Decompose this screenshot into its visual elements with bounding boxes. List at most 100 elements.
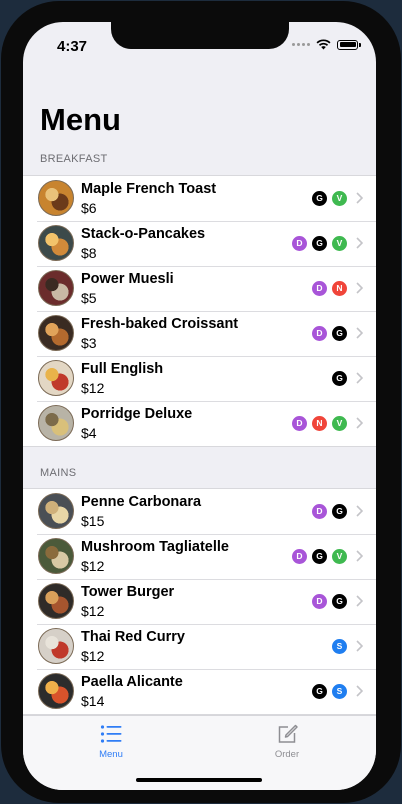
badge-d: D [312, 504, 327, 519]
home-indicator [136, 778, 262, 782]
menu-item-row[interactable]: Fresh-baked Croissant $3 D G [23, 311, 376, 356]
badge-v: V [332, 549, 347, 564]
food-thumbnail [38, 493, 74, 529]
tab-menu-label: Menu [99, 749, 123, 760]
item-name: Mushroom Tagliatelle [81, 539, 229, 555]
badge-d: D [312, 281, 327, 296]
badge-g: G [312, 191, 327, 206]
compose-icon [278, 724, 298, 743]
chevron-right-icon [356, 505, 363, 517]
status-indicators [292, 39, 361, 50]
chevron-right-icon [356, 282, 363, 294]
section-header: MAINS [40, 467, 77, 479]
menu-item-row[interactable]: Penne Carbonara $15 D G [23, 489, 376, 534]
food-thumbnail [38, 583, 74, 619]
menu-item-row[interactable]: Thai Red Curry $12 S [23, 624, 376, 669]
battery-icon [337, 39, 361, 50]
item-price: $12 [81, 603, 105, 619]
status-time: 4:37 [57, 38, 88, 55]
item-price: $5 [81, 290, 97, 306]
item-price: $8 [81, 245, 97, 261]
item-name: Thai Red Curry [81, 629, 185, 645]
badge-v: V [332, 191, 347, 206]
badge-s: S [332, 639, 347, 654]
chevron-right-icon [356, 550, 363, 562]
badge-g: G [332, 326, 347, 341]
section-header: BREAKFAST [40, 153, 108, 165]
chevron-right-icon [356, 192, 363, 204]
menu-item-row[interactable]: Full English $12 G [23, 356, 376, 401]
item-price: $14 [81, 693, 105, 709]
item-name: Porridge Deluxe [81, 406, 193, 422]
badge-d: D [292, 549, 307, 564]
menu-item-row[interactable]: Paella Alicante $14 G S [23, 669, 376, 714]
dietary-badges: S [332, 639, 347, 654]
item-price: $12 [81, 380, 105, 396]
dietary-badges: DGV [292, 236, 347, 251]
badge-v: V [332, 416, 347, 431]
badge-g: G [332, 504, 347, 519]
food-thumbnail [38, 180, 74, 216]
app-screen: 4:37 Menu BREAKFAST Maple French Toast $6 G… [23, 22, 376, 790]
item-name: Tower Burger [81, 584, 175, 600]
menu-item-row[interactable]: Tower Burger $12 D G [23, 579, 376, 624]
food-thumbnail [38, 673, 74, 709]
dietary-badges: DG [312, 594, 347, 609]
dietary-badges: GS [312, 684, 347, 699]
signal-icon [292, 43, 310, 46]
chevron-right-icon [356, 237, 363, 249]
item-name: Power Muesli [81, 271, 174, 287]
chevron-right-icon [356, 640, 363, 652]
badge-d: D [292, 416, 307, 431]
chevron-right-icon [356, 417, 363, 429]
item-price: $12 [81, 648, 105, 664]
item-name: Maple French Toast [81, 181, 217, 197]
tab-menu[interactable]: Menu [23, 716, 199, 766]
dietary-badges: G [332, 371, 347, 386]
badge-g: G [312, 684, 327, 699]
food-thumbnail [38, 538, 74, 574]
item-name: Paella Alicante [81, 674, 183, 690]
badge-d: D [312, 326, 327, 341]
badge-n: N [332, 281, 347, 296]
food-thumbnail [38, 360, 74, 396]
menu-item-row[interactable]: Porridge Deluxe $4 D N V [23, 401, 376, 446]
menu-item-row[interactable]: Mushroom Tagliatelle $12 D G V [23, 534, 376, 579]
page-title: Menu [40, 102, 121, 137]
badge-s: S [332, 684, 347, 699]
wifi-icon [316, 39, 331, 50]
list-icon [100, 725, 122, 743]
chevron-right-icon [356, 595, 363, 607]
menu-list: Penne Carbonara $15 D G Mushroom Tagliatelle… [23, 488, 376, 715]
item-price: $4 [81, 425, 97, 441]
menu-item-row[interactable]: Stack-o-Pancakes $8 D G V [23, 221, 376, 266]
device-notch [111, 22, 289, 49]
badge-g: G [332, 371, 347, 386]
food-thumbnail [38, 270, 74, 306]
menu-item-row[interactable]: Maple French Toast $6 G V [23, 176, 376, 221]
dietary-badges: GV [312, 191, 347, 206]
item-price: $12 [81, 558, 105, 574]
tab-order[interactable]: Order [199, 716, 375, 766]
badge-v: V [332, 236, 347, 251]
food-thumbnail [38, 405, 74, 441]
dietary-badges: DN [312, 281, 347, 296]
dietary-badges: DGV [292, 549, 347, 564]
menu-list: Maple French Toast $6 G V Stack-o-Pancakes $8… [23, 175, 376, 447]
badge-g: G [332, 594, 347, 609]
item-price: $3 [81, 335, 97, 351]
item-name: Fresh-baked Croissant [81, 316, 239, 332]
item-name: Penne Carbonara [81, 494, 202, 510]
dietary-badges: DG [312, 504, 347, 519]
item-name: Stack-o-Pancakes [81, 226, 206, 242]
item-name: Full English [81, 361, 164, 377]
tab-order-label: Order [274, 749, 300, 760]
food-thumbnail [38, 628, 74, 664]
food-thumbnail [38, 225, 74, 261]
dietary-badges: DNV [292, 416, 347, 431]
chevron-right-icon [356, 327, 363, 339]
item-price: $6 [81, 200, 97, 216]
food-thumbnail [38, 315, 74, 351]
badge-g: G [312, 549, 327, 564]
menu-item-row[interactable]: Power Muesli $5 D N [23, 266, 376, 311]
